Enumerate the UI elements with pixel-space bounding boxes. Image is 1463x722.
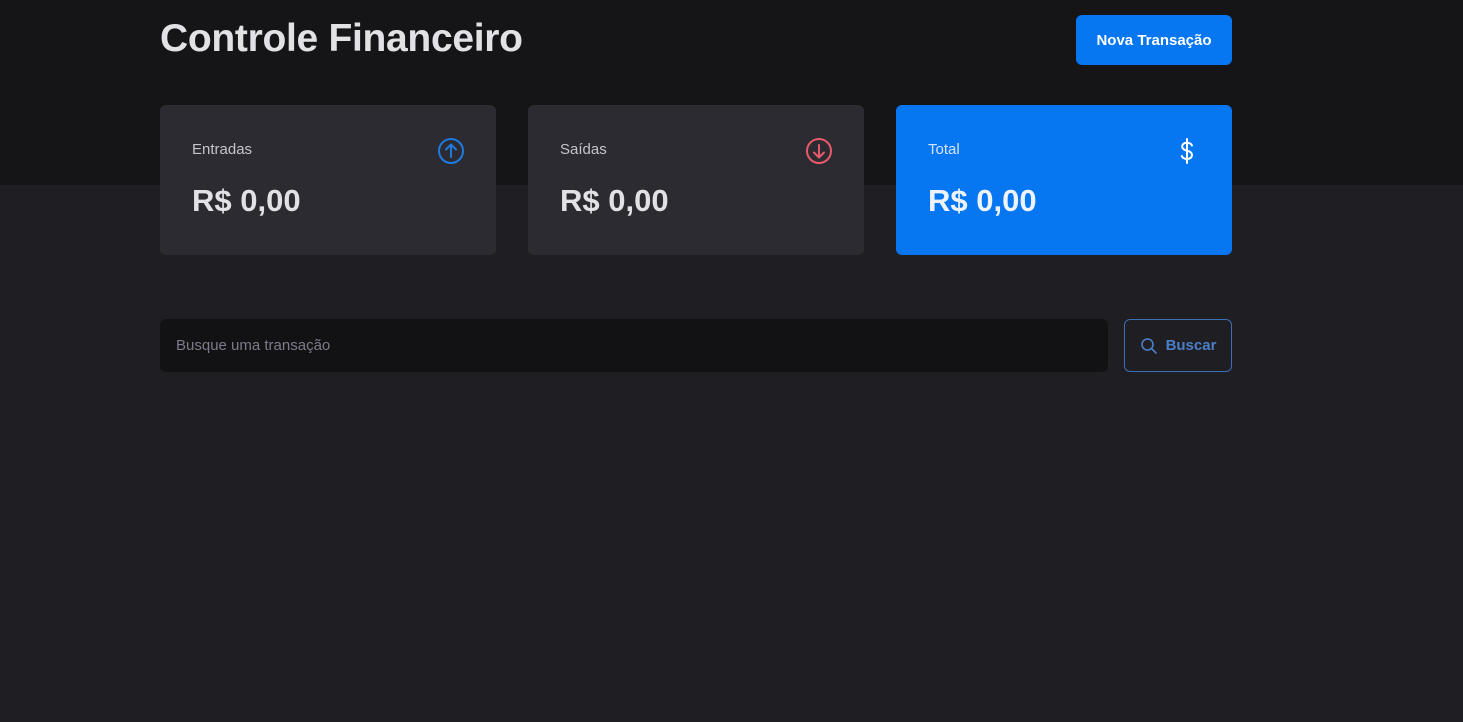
page-title: Controle Financeiro <box>160 17 523 60</box>
search-icon <box>1140 337 1158 355</box>
summary-card-outcome: Saídas R$ 0,00 <box>528 105 864 255</box>
outcome-label: Saídas <box>560 141 607 158</box>
summary-card-total: Total R$ 0,00 <box>896 105 1232 255</box>
search-button[interactable]: Buscar <box>1124 319 1232 372</box>
arrow-circle-up-icon <box>437 137 465 165</box>
search-button-label: Buscar <box>1165 337 1217 354</box>
income-label: Entradas <box>192 141 253 158</box>
income-value: R$ 0,00 <box>192 183 301 218</box>
summary-card-income: Entradas R$ 0,00 <box>160 105 496 255</box>
total-label: Total <box>928 141 960 158</box>
search-input[interactable] <box>160 319 1108 372</box>
outcome-value: R$ 0,00 <box>560 183 669 218</box>
total-value: R$ 0,00 <box>928 183 1037 218</box>
arrow-circle-down-icon <box>805 137 833 165</box>
new-transaction-button[interactable]: Nova Transação <box>1076 15 1232 65</box>
currency-dollar-icon <box>1173 137 1201 165</box>
